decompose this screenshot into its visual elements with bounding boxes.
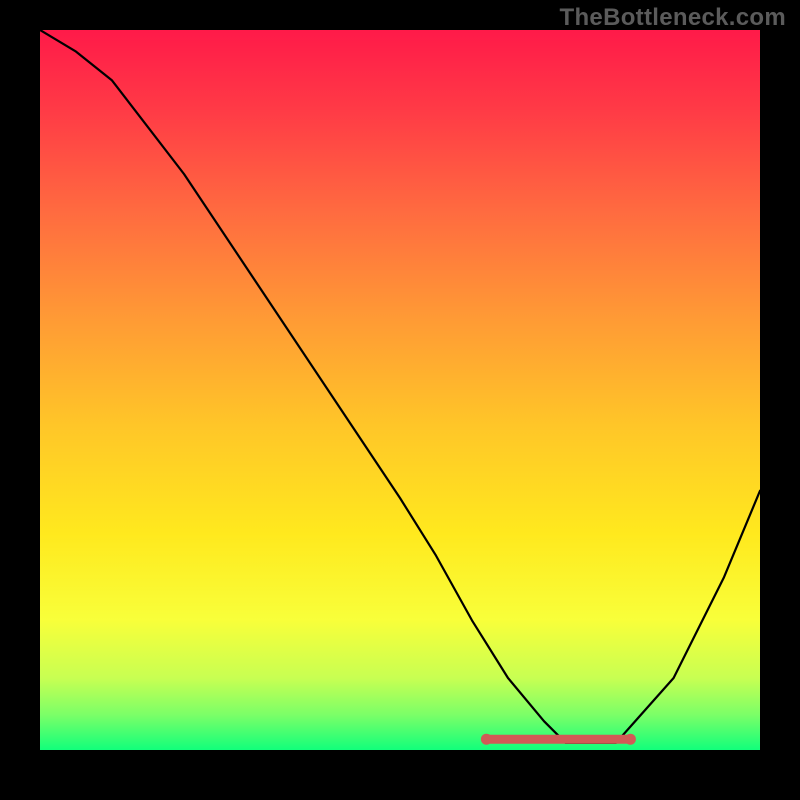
chart-frame: TheBottleneck.com [0, 0, 800, 800]
plot-area [40, 30, 760, 750]
bottleneck-curve [40, 30, 760, 743]
bottom-black-strip [40, 750, 760, 760]
curve-overlay [40, 30, 760, 750]
flat-segment-endpoint-right [625, 734, 636, 745]
watermark-label: TheBottleneck.com [560, 4, 786, 32]
flat-segment-endpoint-left [481, 734, 492, 745]
